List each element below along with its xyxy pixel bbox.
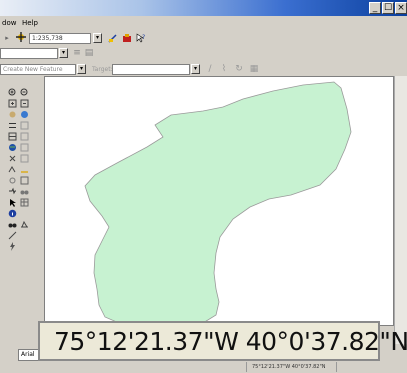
split-tool-icon[interactable]: ⌇: [219, 64, 229, 74]
coordinate-readout-panel: 75°12'21.37"W 40°0'37.82"N: [38, 321, 407, 361]
select-features-icon[interactable]: [8, 126, 17, 141]
menu-window[interactable]: dow: [2, 17, 16, 30]
select-elements-icon[interactable]: [8, 192, 17, 207]
find-icon[interactable]: [8, 148, 17, 162]
secondary-toolbar: ▾ ≡ ▤: [0, 46, 407, 62]
maximize-button[interactable]: ☐: [382, 2, 394, 14]
layer-combo[interactable]: [0, 48, 58, 59]
attributes-icon[interactable]: ▦: [249, 64, 259, 74]
find-binoculars-icon[interactable]: [8, 214, 17, 228]
zoom-out-icon[interactable]: [20, 82, 29, 96]
title-bar: _ ☐ ×: [0, 0, 407, 16]
target-label: Target:: [92, 66, 113, 73]
clear-selection-icon[interactable]: [20, 126, 29, 141]
arrow-icon[interactable]: ▸: [2, 33, 12, 43]
standard-toolbar: ▸ 1:235,738 ▾ ?: [0, 30, 407, 46]
layout-icon[interactable]: [20, 137, 29, 152]
target-dropdown-icon[interactable]: ▾: [191, 64, 200, 74]
svg-text:?: ?: [142, 34, 145, 41]
task-dropdown-icon[interactable]: ▾: [77, 64, 86, 74]
status-divider: [246, 362, 247, 372]
map-scale-input[interactable]: 1:235,738: [29, 33, 91, 44]
arctoolbox-icon[interactable]: [122, 33, 132, 43]
next-extent-icon[interactable]: [20, 115, 29, 130]
sketch-tool-icon[interactable]: ∕: [205, 64, 215, 74]
binoculars-icon[interactable]: [20, 181, 29, 195]
hyperlink-icon[interactable]: [8, 170, 17, 184]
coordinate-readout-text: 75°12'21.37"W 40°0'37.82"N: [54, 327, 407, 356]
globe-icon[interactable]: [8, 137, 17, 151]
layer-tool-icon[interactable]: ≡: [72, 48, 82, 58]
close-button[interactable]: ×: [395, 2, 407, 14]
full-extent-icon[interactable]: [20, 104, 29, 118]
identify-icon[interactable]: [8, 159, 17, 173]
graph-icon[interactable]: [20, 170, 29, 185]
lightning-icon[interactable]: [8, 236, 17, 251]
fixed-zoom-out-icon[interactable]: [20, 93, 29, 108]
map-display[interactable]: [44, 76, 394, 326]
pan-icon[interactable]: [8, 104, 17, 118]
menu-bar: dow Help: [0, 17, 407, 30]
layer-tool2-icon[interactable]: ▤: [84, 48, 94, 58]
target-combo[interactable]: [112, 64, 190, 75]
rotate-tool-icon[interactable]: ↻: [234, 64, 244, 74]
measure-ruler-icon[interactable]: [8, 225, 17, 240]
minimize-button[interactable]: _: [369, 2, 381, 14]
measure-icon[interactable]: [20, 159, 29, 173]
status-coordinates: 75°12'21.37"W 40°0'37.82"N: [252, 364, 326, 370]
font-combo[interactable]: Arial: [18, 349, 40, 361]
scale-dropdown-icon[interactable]: ▾: [93, 33, 102, 43]
zoom-in-icon[interactable]: [8, 82, 17, 96]
add-data-icon[interactable]: [16, 32, 26, 42]
map-vertical-scrollbar[interactable]: [394, 76, 407, 344]
layer-dropdown-icon[interactable]: ▾: [59, 48, 68, 58]
task-combo[interactable]: Create New Feature: [0, 64, 76, 75]
menu-help[interactable]: Help: [22, 17, 38, 30]
html-popup-icon[interactable]: [8, 181, 17, 195]
previous-extent-icon[interactable]: [8, 115, 17, 128]
map-canvas: [84, 81, 352, 326]
county-polygon[interactable]: [84, 81, 352, 326]
status-divider: [336, 362, 337, 372]
editor-toolbar-icon[interactable]: [108, 33, 118, 43]
fixed-zoom-in-icon[interactable]: [8, 93, 17, 108]
table-icon[interactable]: [20, 192, 29, 207]
info-icon[interactable]: [8, 203, 17, 218]
whats-this-icon[interactable]: ?: [136, 33, 146, 43]
route-icon[interactable]: [20, 214, 29, 228]
tools-toolbar: [0, 80, 38, 310]
go-to-xy-icon[interactable]: [20, 148, 29, 163]
